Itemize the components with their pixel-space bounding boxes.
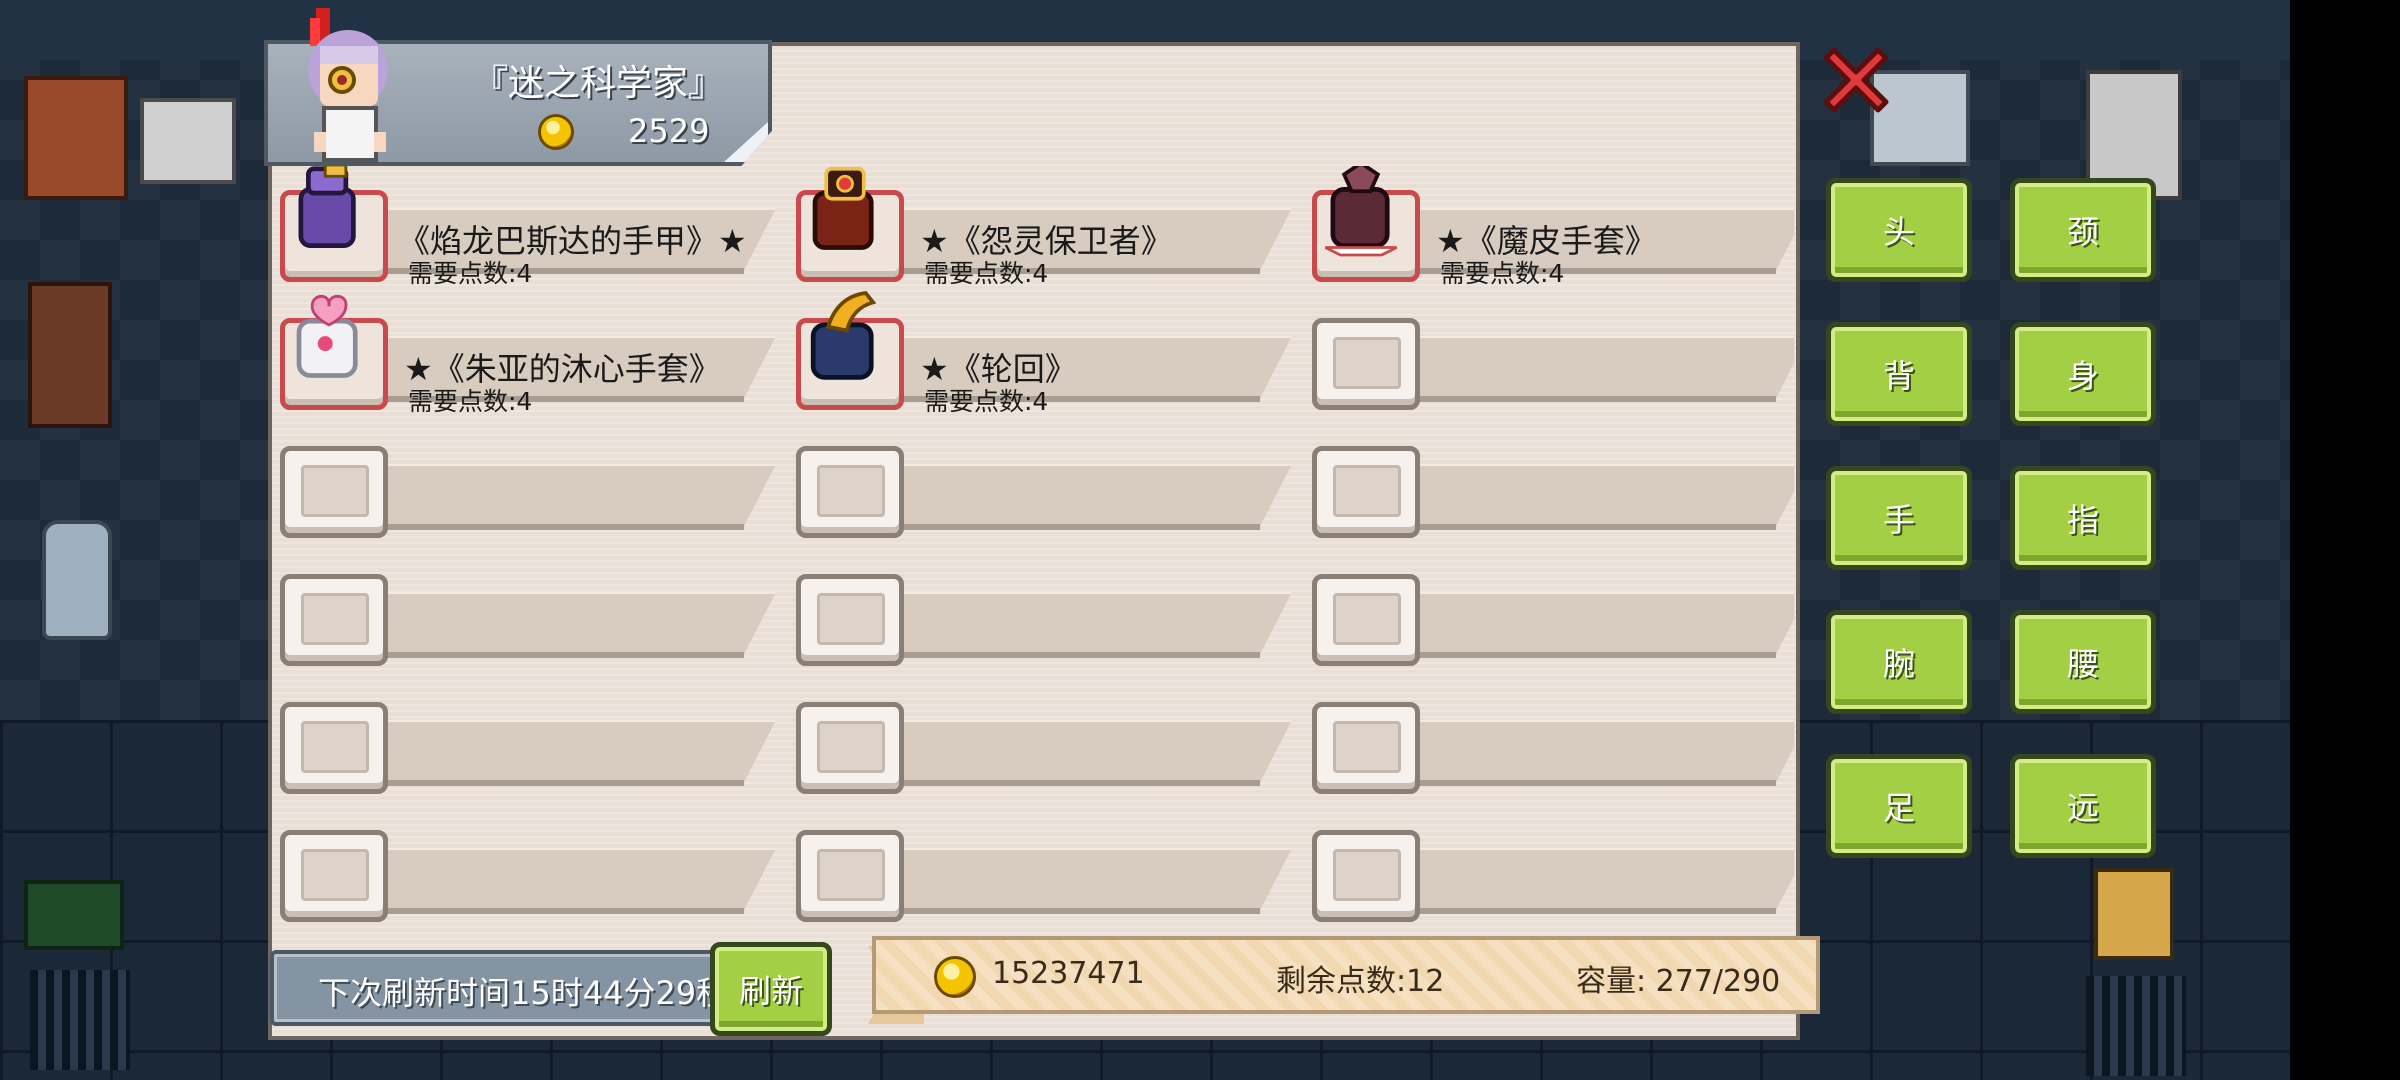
category-button-finger[interactable]: 指 — [2010, 466, 2156, 570]
chair-prop — [28, 282, 112, 428]
empty-item-cell[interactable] — [1310, 678, 1794, 794]
capacity: 容量: 277/290 — [1576, 964, 1781, 999]
empty-slot[interactable] — [1312, 574, 1420, 666]
empty-item-cell[interactable] — [278, 550, 778, 666]
white-heart-glove-icon — [296, 294, 358, 378]
refresh-button[interactable]: 刷新 — [710, 942, 832, 1036]
empty-slot[interactable] — [796, 830, 904, 922]
category-button-hand[interactable]: 手 — [1826, 466, 1972, 570]
empty-slot[interactable] — [280, 574, 388, 666]
machine-prop — [140, 98, 236, 184]
purple-gauntlet-icon — [298, 166, 356, 248]
empty-slot[interactable] — [1312, 446, 1420, 538]
gold-coin-icon — [538, 114, 574, 150]
scientist-avatar — [308, 8, 388, 162]
empty-item-cell[interactable] — [794, 422, 1294, 538]
empty-slot[interactable] — [1312, 702, 1420, 794]
cabinet-prop — [24, 76, 128, 200]
empty-item-cell[interactable] — [794, 678, 1294, 794]
equipment-shop-panel: ★《焰龙巴斯达的手甲》 需要点数:4 ★《怨灵保卫者》 需要点数:4 ★《魔皮手套》 需要… — [268, 42, 1800, 1040]
item-cost: 需要点数:4 — [1440, 259, 1565, 288]
vase-prop — [42, 520, 112, 640]
empty-slot[interactable] — [1312, 830, 1420, 922]
empty-slot[interactable] — [796, 446, 904, 538]
red-gem-glove-icon — [812, 166, 874, 250]
category-button-neck[interactable]: 颈 — [2010, 178, 2156, 282]
shop-item-cell[interactable]: ★《魔皮手套》 需要点数:4 — [1310, 166, 1794, 288]
empty-item-cell[interactable] — [1310, 294, 1794, 410]
empty-item-cell[interactable] — [794, 550, 1294, 666]
vent-prop-right — [2086, 976, 2186, 1076]
item-cost: 需要点数:4 — [408, 259, 533, 288]
merchant-title: 『迷之科学家』 — [472, 63, 725, 104]
dark-blue-glove-icon — [810, 291, 877, 380]
item-cost: 需要点数:4 — [408, 387, 533, 416]
machine-prop-right — [2094, 868, 2174, 960]
empty-item-cell[interactable] — [1310, 550, 1794, 666]
category-button-wrist[interactable]: 腕 — [1826, 610, 1972, 714]
empty-item-cell[interactable] — [278, 678, 778, 794]
refresh-timer-text: 下次刷新时间15时44分29秒 — [318, 974, 720, 1012]
empty-slot[interactable] — [280, 702, 388, 794]
category-button-body[interactable]: 身 — [2010, 322, 2156, 426]
category-button-back[interactable]: 背 — [1826, 322, 1972, 426]
screen-edge — [2290, 0, 2400, 1080]
shop-item-cell[interactable]: ★《朱亚的沐心手套》 需要点数:4 — [278, 294, 778, 416]
empty-slot[interactable] — [796, 574, 904, 666]
empty-item-cell[interactable] — [278, 422, 778, 538]
item-cost: 需要点数:4 — [924, 259, 1049, 288]
empty-item-cell[interactable] — [1310, 422, 1794, 538]
total-gold: 15237471 — [992, 956, 1145, 991]
merchant-gold: 2529 — [628, 112, 710, 150]
category-button-feet[interactable]: 足 — [1826, 754, 1972, 858]
empty-slot[interactable] — [280, 830, 388, 922]
category-button-head[interactable]: 头 — [1826, 178, 1972, 282]
shop-item-cell[interactable]: ★《轮回》 需要点数:4 — [794, 291, 1294, 416]
item-grid[interactable]: ★《焰龙巴斯达的手甲》 需要点数:4 ★《怨灵保卫者》 需要点数:4 ★《魔皮手套》 需要… — [278, 166, 1794, 959]
item-cost: 需要点数:4 — [924, 387, 1049, 416]
shop-item-cell[interactable]: ★《焰龙巴斯达的手甲》 需要点数:4 — [278, 166, 778, 288]
close-icon[interactable] — [1816, 40, 1896, 120]
empty-slot[interactable] — [1312, 318, 1420, 410]
category-button-waist[interactable]: 腰 — [2010, 610, 2156, 714]
empty-item-cell[interactable] — [794, 806, 1294, 922]
empty-slot[interactable] — [796, 702, 904, 794]
shop-item-cell[interactable]: ★《怨灵保卫者》 需要点数:4 — [794, 166, 1294, 288]
empty-item-cell[interactable] — [278, 806, 778, 922]
empty-item-cell[interactable] — [1310, 806, 1794, 922]
demon-glove-icon — [1324, 166, 1398, 257]
category-button-ranged[interactable]: 远 — [2010, 754, 2156, 858]
empty-slot[interactable] — [280, 446, 388, 538]
remaining-points: 剩余点数:12 — [1276, 964, 1445, 999]
gold-coin-icon — [934, 956, 976, 998]
circuit-board-prop — [24, 880, 124, 950]
vent-prop — [30, 970, 130, 1070]
